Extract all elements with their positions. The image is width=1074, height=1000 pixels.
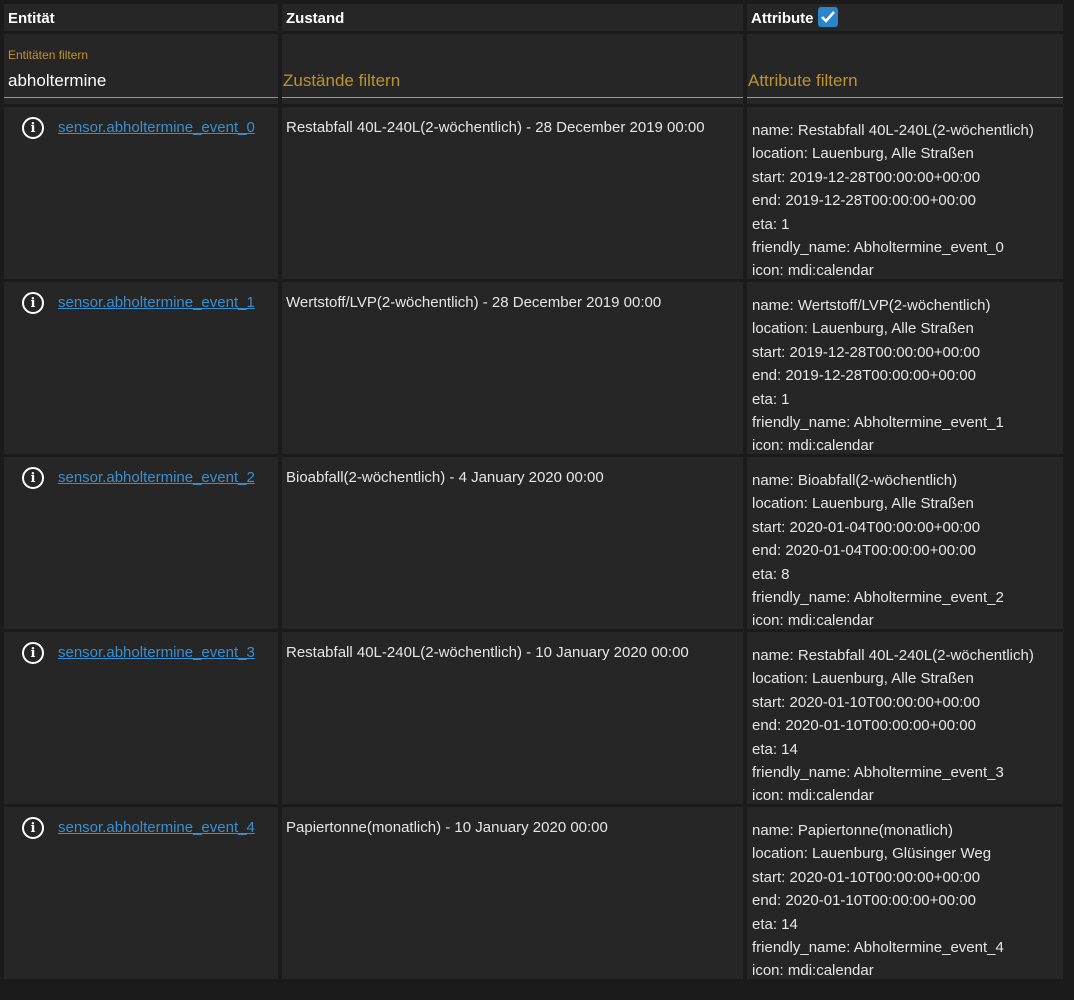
entity-cell: i sensor.abholtermine_event_4	[4, 807, 278, 979]
attribute-line: friendly_name: Abholtermine_event_2	[752, 589, 1004, 607]
attribute-line: icon: mdi:calendar	[752, 612, 874, 630]
attribute-line: end: 2020-01-10T00:00:00+00:00	[752, 717, 976, 735]
entity-link[interactable]: sensor.abholtermine_event_3	[58, 644, 255, 661]
attribute-line: friendly_name: Abholtermine_event_4	[752, 939, 1004, 957]
state-filter-placeholder[interactable]: Zustände filtern	[283, 71, 400, 91]
attribute-line: eta: 14	[752, 740, 798, 758]
attribute-line: end: 2019-12-28T00:00:00+00:00	[752, 192, 976, 210]
attribute-line: eta: 14	[752, 915, 798, 933]
attribute-line: start: 2019-12-28T00:00:00+00:00	[752, 168, 981, 186]
attribute-line: location: Lauenburg, Alle Straßen	[752, 145, 974, 163]
state-cell: Papiertonne(monatlich) - 10 January 2020…	[282, 807, 743, 979]
entity-cell: i sensor.abholtermine_event_2	[4, 457, 278, 629]
header-state-label: Zustand	[286, 10, 345, 27]
entity-cell: i sensor.abholtermine_event_0	[4, 107, 278, 279]
attribute-line: start: 2019-12-28T00:00:00+00:00	[752, 343, 981, 361]
attributes-cell: name: Bioabfall(2-wöchentlich) location: …	[747, 457, 1063, 629]
info-icon[interactable]: i	[22, 817, 44, 839]
attribute-line: eta: 1	[752, 215, 790, 233]
states-table: Entität Zustand Attribute Entitäten filt…	[4, 4, 1063, 979]
header-entity-label: Entität	[8, 10, 55, 27]
attribute-line: location: Lauenburg, Alle Straßen	[752, 670, 974, 688]
entity-link[interactable]: sensor.abholtermine_event_1	[58, 294, 255, 311]
attribute-line: eta: 8	[752, 565, 790, 583]
state-cell: Bioabfall(2-wöchentlich) - 4 January 202…	[282, 457, 743, 629]
attribute-line: name: Restabfall 40L-240L(2-wöchentlich)	[752, 122, 1034, 139]
entity-link[interactable]: sensor.abholtermine_event_2	[58, 469, 255, 486]
state-cell: Restabfall 40L-240L(2-wöchentlich) - 10 …	[282, 632, 743, 804]
header-attributes: Attribute	[747, 4, 1063, 31]
state-cell: Wertstoff/LVP(2-wöchentlich) - 28 Decemb…	[282, 282, 743, 454]
attribute-line: start: 2020-01-10T00:00:00+00:00	[752, 693, 981, 711]
input-underline	[4, 97, 278, 98]
info-icon[interactable]: i	[22, 117, 44, 139]
state-value: Restabfall 40L-240L(2-wöchentlich) - 28 …	[286, 119, 705, 136]
attribute-line: start: 2020-01-04T00:00:00+00:00	[752, 518, 981, 536]
attributes-filter-input[interactable]: Attribute filtern	[747, 34, 1063, 104]
attribute-line: end: 2020-01-04T00:00:00+00:00	[752, 542, 976, 560]
info-icon[interactable]: i	[22, 467, 44, 489]
attribute-line: name: Bioabfall(2-wöchentlich)	[752, 472, 958, 489]
state-value: Papiertonne(monatlich) - 10 January 2020…	[286, 819, 608, 836]
entity-link[interactable]: sensor.abholtermine_event_4	[58, 819, 255, 836]
entity-cell: i sensor.abholtermine_event_3	[4, 632, 278, 804]
entity-cell: i sensor.abholtermine_event_1	[4, 282, 278, 454]
attribute-line: eta: 1	[752, 390, 790, 408]
attributes-cell: name: Restabfall 40L-240L(2-wöchentlich)…	[747, 107, 1063, 279]
entity-filter-value[interactable]: abholtermine	[8, 71, 106, 91]
attribute-line: name: Papiertonne(monatlich)	[752, 822, 953, 839]
attributes-cell: name: Papiertonne(monatlich) location: La…	[747, 807, 1063, 979]
info-icon[interactable]: i	[22, 642, 44, 664]
state-filter-input[interactable]: Zustände filtern	[282, 34, 743, 104]
check-icon	[820, 11, 835, 23]
attribute-line: name: Restabfall 40L-240L(2-wöchentlich)	[752, 647, 1034, 664]
attribute-line: friendly_name: Abholtermine_event_0	[752, 239, 1004, 257]
entity-filter-label: Entitäten filtern	[8, 48, 89, 62]
attributes-filter-placeholder[interactable]: Attribute filtern	[748, 71, 858, 91]
header-attributes-label: Attribute	[751, 10, 814, 27]
attribute-line: end: 2019-12-28T00:00:00+00:00	[752, 367, 976, 385]
header-entity: Entität	[4, 4, 278, 31]
attribute-line: friendly_name: Abholtermine_event_3	[752, 764, 1004, 782]
attribute-line: icon: mdi:calendar	[752, 962, 874, 980]
attribute-line: icon: mdi:calendar	[752, 787, 874, 805]
header-state: Zustand	[282, 4, 743, 31]
attribute-line: icon: mdi:calendar	[752, 262, 874, 280]
attributes-checkbox[interactable]	[817, 7, 838, 27]
attributes-cell: name: Restabfall 40L-240L(2-wöchentlich)…	[747, 632, 1063, 804]
state-value: Bioabfall(2-wöchentlich) - 4 January 202…	[286, 469, 604, 486]
input-underline	[747, 97, 1063, 98]
info-icon[interactable]: i	[22, 292, 44, 314]
attribute-line: location: Lauenburg, Glüsinger Weg	[752, 845, 992, 863]
attribute-line: location: Lauenburg, Alle Straßen	[752, 495, 974, 513]
entity-filter-input[interactable]: Entitäten filtern abholtermine	[4, 34, 278, 104]
attribute-line: end: 2020-01-10T00:00:00+00:00	[752, 892, 976, 910]
state-value: Restabfall 40L-240L(2-wöchentlich) - 10 …	[286, 644, 689, 661]
entity-link[interactable]: sensor.abholtermine_event_0	[58, 119, 255, 136]
input-underline	[282, 97, 743, 98]
attributes-cell: name: Wertstoff/LVP(2-wöchentlich) locati…	[747, 282, 1063, 454]
state-value: Wertstoff/LVP(2-wöchentlich) - 28 Decemb…	[286, 294, 662, 311]
attribute-line: name: Wertstoff/LVP(2-wöchentlich)	[752, 297, 991, 314]
attribute-line: location: Lauenburg, Alle Straßen	[752, 320, 974, 338]
attribute-line: start: 2020-01-10T00:00:00+00:00	[752, 868, 981, 886]
attribute-line: friendly_name: Abholtermine_event_1	[752, 414, 1004, 432]
state-cell: Restabfall 40L-240L(2-wöchentlich) - 28 …	[282, 107, 743, 279]
attribute-line: icon: mdi:calendar	[752, 437, 874, 455]
